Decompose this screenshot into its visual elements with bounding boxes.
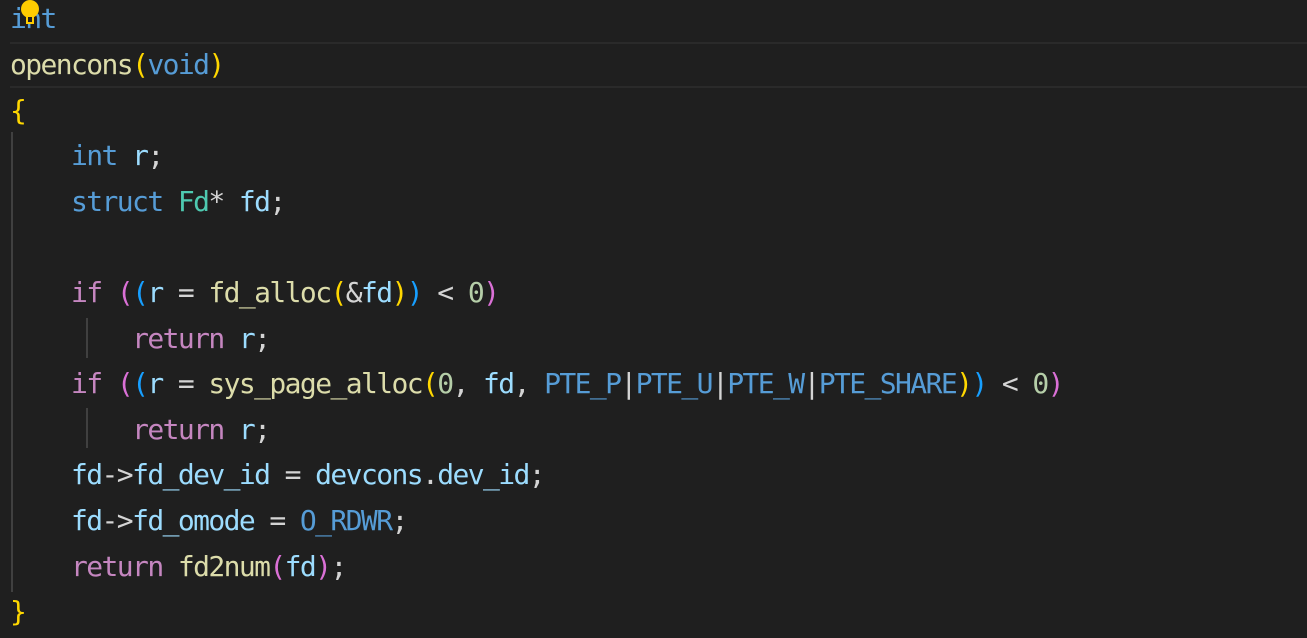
code-line-7: if ((r = fd_alloc(&fd)) < 0)	[71, 276, 500, 309]
code-line-5: struct Fd* fd;	[71, 185, 286, 218]
code-line-13: return fd2num(fd);	[71, 550, 347, 583]
code-line-3: {	[10, 94, 27, 127]
code-line-11: fd->fd_dev_id = devcons.dev_id;	[71, 458, 546, 491]
code-line-9: if ((r = sys_page_alloc(0, fd, PTE_P|PTE…	[71, 367, 1065, 400]
code-line-4: int r;	[71, 139, 164, 172]
code-line-12: fd->fd_omode = O_RDWR;	[71, 504, 408, 537]
lightbulb-icon[interactable]	[20, 0, 40, 26]
code-line-8: return r;	[132, 322, 271, 355]
code-line-10: return r;	[132, 413, 271, 446]
code-editor[interactable]: int opencons(void) { int r; struct Fd* f…	[0, 0, 1307, 638]
code-line-2: opencons(void)	[10, 48, 225, 81]
code-line-14: }	[10, 595, 27, 628]
